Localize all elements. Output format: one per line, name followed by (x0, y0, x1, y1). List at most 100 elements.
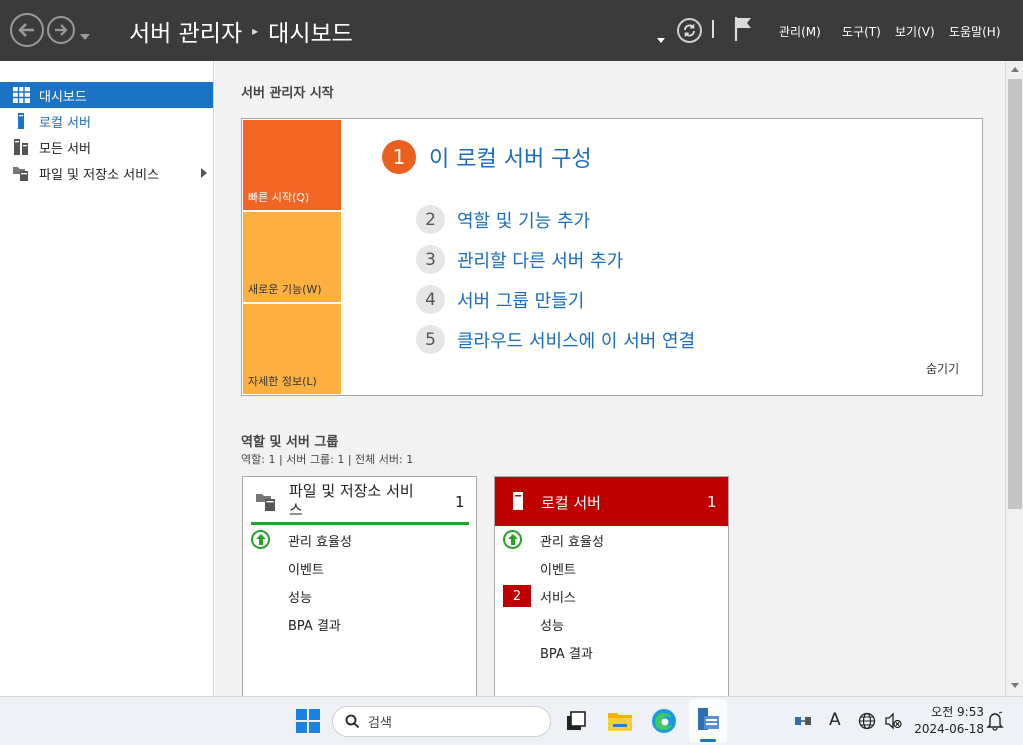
card-row-performance[interactable]: 성능 (243, 584, 476, 608)
tile-label: 자세한 정보(L) (248, 375, 317, 388)
step-number-badge: 4 (416, 285, 445, 314)
server-icon (513, 492, 523, 510)
hide-link[interactable]: 숨기기 (926, 360, 959, 377)
card-row-label: 성능 (540, 619, 564, 634)
sidebar-item-label: 파일 및 저장소 서비스 (39, 167, 160, 183)
speaker-muted-icon[interactable] (884, 712, 902, 730)
step-link[interactable]: 클라우드 서비스에 이 서버 연결 (457, 327, 695, 353)
system-clock[interactable]: 오전 9:53 2024-06-18 (912, 704, 984, 738)
taskbar: 검색 A 오전 9:53 2024-06-18 (0, 696, 1023, 745)
toolbar-divider (712, 20, 714, 38)
step-add-roles[interactable]: 2 역할 및 기능 추가 (416, 205, 590, 234)
server-icon (18, 113, 24, 129)
notifications-flag-button[interactable] (734, 16, 754, 46)
file-explorer-icon[interactable] (607, 708, 633, 734)
step-link[interactable]: 역할 및 기능 추가 (457, 207, 590, 233)
step-link[interactable]: 서버 그룹 만들기 (457, 287, 584, 313)
card-row-manageability[interactable]: 관리 효율성 (243, 528, 476, 552)
card-row-services[interactable]: 2 서비스 (495, 584, 728, 608)
step-create-group[interactable]: 4 서버 그룹 만들기 (416, 285, 584, 314)
clock-date: 2024-06-18 (914, 722, 984, 736)
vertical-scrollbar[interactable] (1005, 61, 1023, 696)
tile-learn-more[interactable]: 자세한 정보(L) (243, 304, 341, 394)
card-header[interactable]: 로컬 서버 1 (495, 477, 728, 526)
search-placeholder: 검색 (368, 716, 392, 731)
card-row-bpa[interactable]: BPA 결과 (243, 612, 476, 636)
card-count: 1 (707, 493, 717, 511)
card-row-events[interactable]: 이벤트 (243, 556, 476, 580)
sidebar-item-file-storage[interactable]: 파일 및 저장소 서비스 (0, 160, 213, 186)
sidebar: 대시보드 로컬 서버 모든 서버 파일 및 저장소 서비스 (0, 61, 214, 696)
card-row-label: 성능 (288, 591, 312, 606)
chevron-right-icon[interactable] (201, 168, 207, 178)
dashboard-icon (13, 87, 30, 103)
role-card-file-storage[interactable]: 파일 및 저장소 서비 스 1 관리 효율성 이벤트 성능 BPA 결과 (242, 476, 477, 701)
scroll-down-icon[interactable] (1011, 683, 1019, 688)
taskbar-search[interactable]: 검색 (332, 706, 551, 737)
notification-bell-icon[interactable] (986, 711, 1004, 731)
tile-whats-new[interactable]: 새로운 기능(W) (243, 212, 341, 302)
sidebar-item-dashboard[interactable]: 대시보드 (0, 82, 213, 108)
step-number-badge: 3 (416, 245, 445, 274)
card-row-label: BPA 결과 (540, 647, 593, 662)
refresh-button[interactable] (677, 18, 702, 43)
servers-icon (14, 139, 28, 155)
edge-browser-icon[interactable] (651, 708, 677, 734)
step-add-servers[interactable]: 3 관리할 다른 서버 추가 (416, 245, 623, 274)
history-dropdown[interactable] (80, 25, 90, 44)
folder-icon (256, 494, 275, 511)
card-row-performance[interactable]: 성능 (495, 612, 728, 636)
tile-label: 빠른 시작(Q) (248, 191, 310, 204)
card-title: 로컬 서버 (541, 494, 601, 512)
alert-count-badge: 2 (503, 585, 531, 607)
sidebar-item-all-servers[interactable]: 모든 서버 (0, 134, 213, 160)
roles-title: 역할 및 서버 그룹 (241, 435, 339, 450)
step-connect-cloud[interactable]: 5 클라우드 서비스에 이 서버 연결 (416, 325, 695, 354)
breadcrumb: 서버 관리자 ▸ 대시보드 (129, 14, 353, 48)
scroll-up-icon[interactable] (1011, 67, 1019, 72)
step-link[interactable]: 관리할 다른 서버 추가 (457, 247, 623, 273)
welcome-title: 서버 관리자 시작 (241, 86, 334, 101)
card-count: 1 (455, 493, 465, 511)
scroll-thumb[interactable] (1008, 79, 1022, 509)
sidebar-item-local-server[interactable]: 로컬 서버 (0, 108, 213, 134)
network-adapter-icon[interactable] (794, 712, 814, 730)
status-bar (251, 522, 469, 525)
windows-start-icon[interactable] (295, 708, 321, 734)
card-row-events[interactable]: 이벤트 (495, 556, 728, 580)
tile-quick-start[interactable]: 빠른 시작(Q) (243, 120, 341, 210)
globe-icon[interactable] (858, 712, 876, 730)
arrow-left-icon (18, 23, 34, 37)
card-row-label: 관리 효율성 (288, 535, 352, 550)
card-row-bpa[interactable]: BPA 결과 (495, 640, 728, 664)
breadcrumb-separator-icon: ▸ (252, 24, 259, 38)
active-app-indicator (700, 739, 716, 742)
breadcrumb-root[interactable]: 서버 관리자 (129, 14, 242, 48)
taskbar-server-manager[interactable] (689, 699, 727, 743)
back-button[interactable] (10, 13, 44, 47)
server-manager-icon (698, 708, 719, 730)
arrow-up-circle-icon (251, 530, 270, 549)
chevron-down-icon (80, 34, 90, 40)
sidebar-item-label: 모든 서버 (39, 141, 91, 157)
card-row-label: 서비스 (540, 591, 576, 606)
menu-tools[interactable]: 도구(T) (842, 23, 881, 40)
step-configure-local-server[interactable]: 1 이 로컬 서버 구성 (382, 140, 592, 174)
ime-indicator[interactable]: A (829, 710, 841, 730)
card-row-label: 이벤트 (288, 563, 324, 578)
menu-view[interactable]: 보기(V) (895, 23, 935, 40)
role-card-local-server[interactable]: 로컬 서버 1 관리 효율성 이벤트 2 서비스 성능 BPA 결과 (494, 476, 729, 701)
forward-button[interactable] (47, 16, 75, 44)
task-view-icon[interactable] (563, 708, 589, 734)
chevron-down-icon (657, 38, 665, 43)
card-row-manageability[interactable]: 관리 효율성 (495, 528, 728, 552)
refresh-dropdown[interactable] (657, 28, 665, 47)
arrow-up-circle-icon (503, 530, 522, 549)
step-number-badge: 1 (382, 140, 416, 174)
step-link[interactable]: 이 로컬 서버 구성 (429, 141, 592, 173)
folder-icon (13, 167, 28, 181)
flag-icon (734, 17, 751, 41)
menu-manage[interactable]: 관리(M) (779, 23, 821, 40)
menu-help[interactable]: 도움말(H) (949, 23, 1001, 40)
card-header[interactable]: 파일 및 저장소 서비 스 1 (243, 477, 476, 526)
